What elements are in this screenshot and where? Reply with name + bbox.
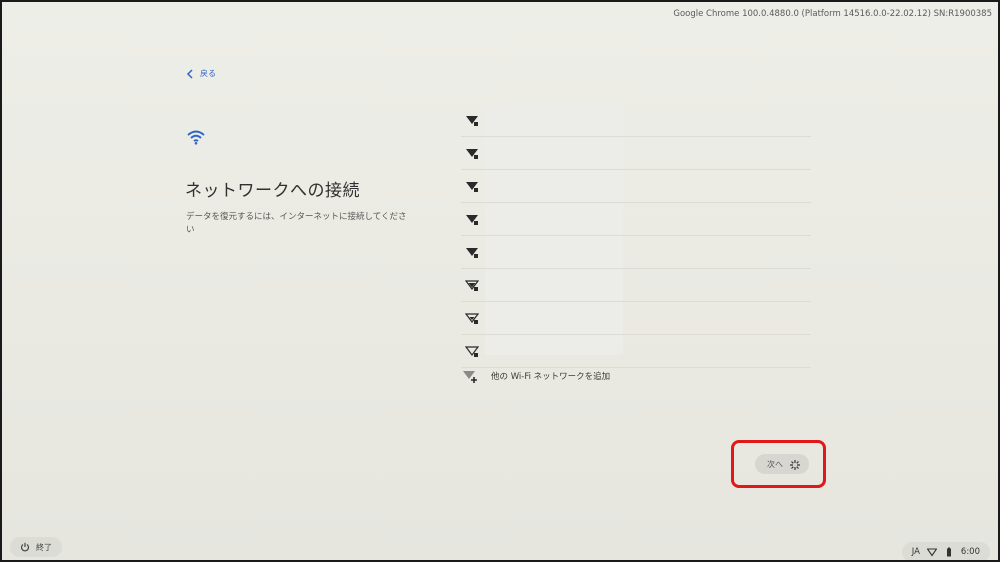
page-subtitle: データを復元するには、インターネットに接続してください [186, 212, 407, 235]
wifi-icon [187, 130, 205, 145]
next-label: 次へ [767, 459, 783, 469]
version-info: Google Chrome 100.0.4880.0 (Platform 145… [673, 9, 992, 19]
spinner-icon [790, 460, 800, 470]
wifi-add-icon [463, 371, 477, 383]
network-item[interactable] [461, 137, 811, 170]
network-item[interactable] [461, 104, 811, 137]
wifi-secure-icon [465, 313, 479, 324]
back-button[interactable]: 戻る [186, 68, 216, 79]
wifi-secure-icon [465, 346, 479, 357]
shutdown-label: 終了 [36, 542, 52, 552]
wifi-secure-icon [465, 280, 479, 291]
shutdown-button[interactable]: 終了 [10, 537, 62, 557]
language-indicator: JA [911, 547, 920, 557]
network-item[interactable] [461, 170, 811, 203]
network-list [461, 104, 811, 368]
chevron-left-icon [186, 68, 193, 79]
network-item[interactable] [461, 269, 811, 302]
wifi-secure-icon [466, 215, 478, 225]
wifi-secure-icon [466, 248, 478, 258]
network-item[interactable] [461, 335, 811, 368]
clock: 6:00 [960, 547, 980, 557]
wifi-secure-icon [466, 182, 478, 192]
network-item[interactable] [461, 236, 811, 269]
add-wifi-network-button[interactable]: 他の Wi-Fi ネットワークを追加 [462, 369, 610, 383]
network-item[interactable] [461, 203, 811, 236]
wifi-secure-icon [466, 149, 478, 159]
status-tray[interactable]: JA 6:00 [901, 542, 990, 560]
battery-icon [946, 547, 951, 557]
power-icon [20, 542, 30, 552]
network-item[interactable] [461, 302, 811, 335]
wifi-outline-icon [926, 548, 937, 557]
back-label: 戻る [200, 69, 216, 78]
wifi-secure-icon [466, 116, 478, 126]
add-wifi-label: 他の Wi-Fi ネットワークを追加 [491, 372, 611, 382]
page-title: ネットワークへの接続 [185, 181, 360, 201]
oobe-screen: Google Chrome 100.0.4880.0 (Platform 145… [2, 2, 998, 560]
